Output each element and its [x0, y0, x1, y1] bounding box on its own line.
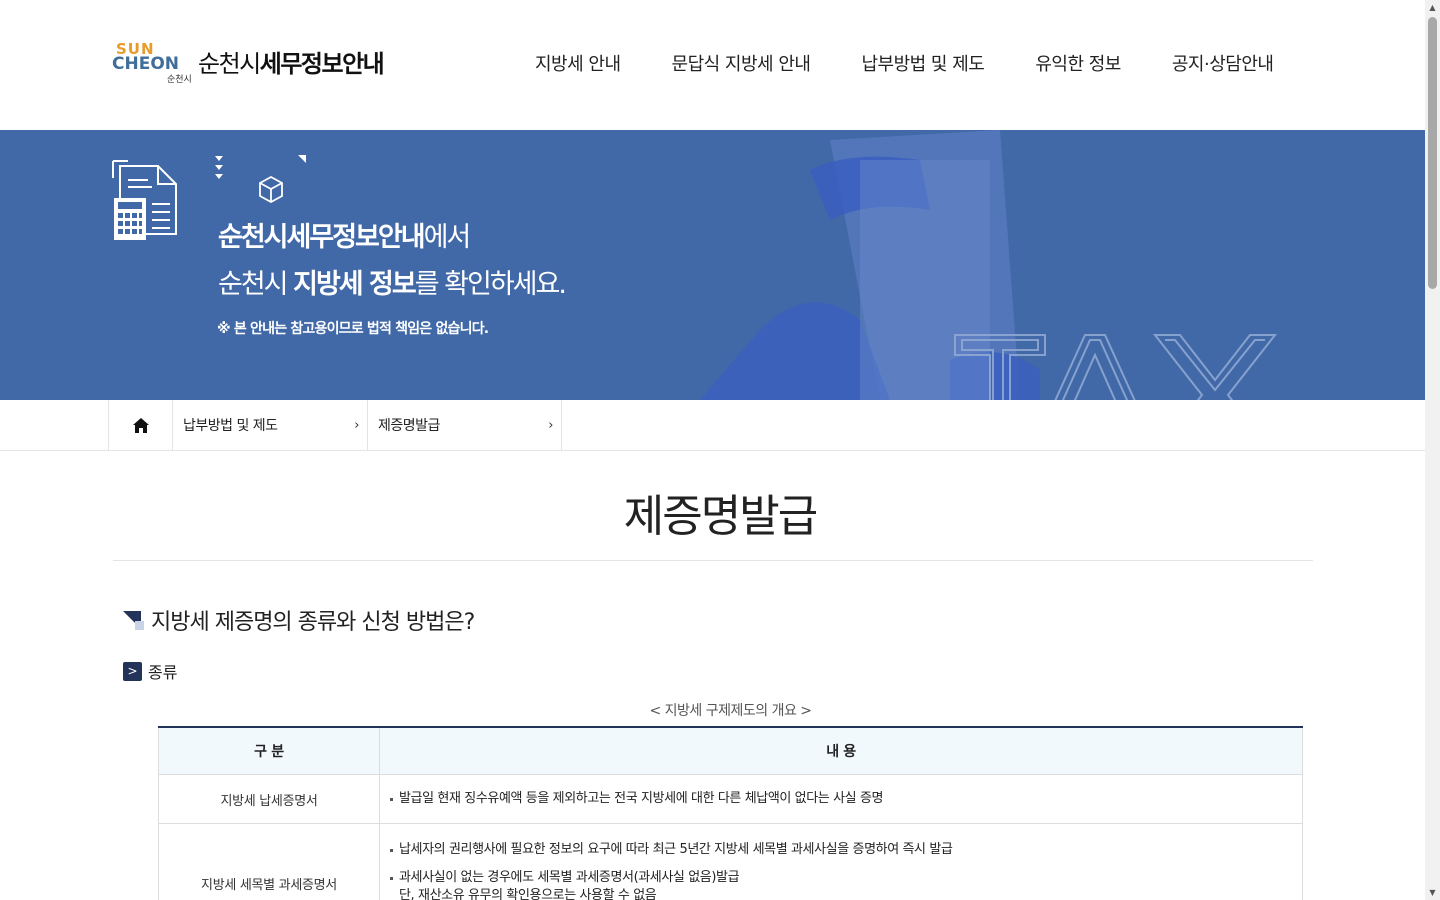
document-calculator-icon: [112, 160, 177, 240]
breadcrumb-item-payment[interactable]: 납부방법 및 제도 ›: [173, 400, 368, 450]
breadcrumb-item-label: 납부방법 및 제도: [183, 418, 278, 434]
list-item-text: 납세자의 권리행사에 필요한 정보의 요구에 따라 최근 5년간 지방세 세목별…: [399, 842, 953, 857]
banner-headline-2-rest: 를 확인하세요.: [414, 269, 567, 300]
cube-icon: [259, 175, 283, 203]
sub-heading: > 종류: [123, 659, 177, 683]
section-heading: 지방세 제증명의 종류와 신청 방법은?: [123, 604, 475, 636]
table-row: 지방세 세목별 과세증명서 납세자의 권리행사에 필요한 정보의 요구에 따라 …: [158, 824, 1303, 900]
chevron-right-icon: ›: [354, 417, 359, 433]
table-cell-content: 발급일 현재 징수유예액 등을 제외하고는 전국 지방세에 대한 다른 체납액이…: [380, 775, 1303, 823]
table-cell-category: 지방세 납세증명서: [158, 775, 380, 823]
banner-headline-2: 순천시 지방세 정보를 확인하세요.: [218, 262, 567, 301]
certificate-table: 구 분 내 용 지방세 납세증명서 발급일 현재 징수유예액 등을 제외하고는 …: [158, 726, 1303, 900]
list-item: 발급일 현재 징수유예액 등을 제외하고는 전국 지방세에 대한 다른 체납액이…: [390, 790, 883, 808]
title-divider: [113, 560, 1313, 561]
main-nav: 지방세 안내 문답식 지방세 안내 납부방법 및 제도 유익한 정보 공지·상담…: [535, 50, 1274, 76]
chevrons-down-icon: [215, 156, 223, 179]
banner-headline-1-bold: 순천시세무정보안내: [218, 222, 426, 253]
section-heading-text: 지방세 제증명의 종류와 신청 방법은?: [151, 610, 475, 635]
nav-useful-info[interactable]: 유익한 정보: [1035, 50, 1121, 76]
list-item-text: 발급일 현재 징수유예액 등을 제외하고는 전국 지방세에 대한 다른 체납액이…: [399, 791, 884, 806]
list-item: 과세사실이 없는 경우에도 세목별 과세증명서(과세사실 없음)발급 단, 재산…: [390, 869, 1302, 900]
table-header-content: 내 용: [380, 728, 1303, 774]
banner-headline-1: 순천시세무정보안내에서: [218, 215, 472, 254]
bullet-icon: [390, 798, 393, 801]
logo-text-regular: 순천시: [198, 49, 261, 78]
site-logo[interactable]: SUN CHEON 순천시 순천시세무정보안내: [112, 40, 385, 85]
breadcrumb-item-certificate[interactable]: 제증명발급 ›: [368, 400, 562, 450]
chevron-right-icon: ›: [548, 417, 553, 433]
hero-banner: 순천시세무정보안내에서 순천시 지방세 정보를 확인하세요. ※ 본 안내는 참…: [0, 130, 1425, 400]
banner-disclaimer: ※ 본 안내는 참고용이므로 법적 책임은 없습니다.: [217, 321, 489, 337]
table-header-category: 구 분: [158, 728, 380, 774]
table-caption: < 지방세 구제제도의 개요 >: [649, 703, 812, 719]
breadcrumb-home[interactable]: [108, 400, 173, 450]
page-scrollbar[interactable]: ▲ ▼: [1425, 0, 1440, 900]
table-header-row: 구 분 내 용: [158, 728, 1303, 775]
nav-notice-consult[interactable]: 공지·상담안내: [1172, 50, 1274, 76]
page-title: 제증명발급: [623, 491, 818, 542]
bullet-icon: [390, 877, 393, 880]
list-item: 납세자의 권리행사에 필요한 정보의 요구에 따라 최근 5년간 지방세 세목별…: [390, 841, 1302, 859]
bullet-icon: [390, 849, 393, 852]
home-icon: [132, 417, 149, 433]
list-item-line: 과세사실이 없는 경우에도 세목별 과세증명서(과세사실 없음)발급: [399, 870, 740, 885]
logo-text: 순천시세무정보안내: [198, 44, 385, 79]
nav-qa-local-tax[interactable]: 문답식 지방세 안내: [672, 50, 811, 76]
suncheon-logo-mark: SUN CHEON 순천시: [112, 40, 192, 85]
list-item-text: 과세사실이 없는 경우에도 세목별 과세증명서(과세사실 없음)발급 단, 재산…: [399, 869, 740, 900]
nav-local-tax-guide[interactable]: 지방세 안내: [535, 50, 621, 76]
breadcrumb: 납부방법 및 제도 › 제증명발급 ›: [0, 400, 1425, 451]
banner-headline-2-pre: 순천시: [218, 269, 294, 300]
logo-mark-sub: 순천시: [167, 75, 192, 85]
scroll-up-icon[interactable]: ▲: [1425, 0, 1440, 15]
corner-triangle-icon: [298, 155, 306, 163]
banner-headline-2-bold: 지방세 정보: [293, 269, 417, 300]
tax-outline-graphic: [954, 334, 1278, 400]
table-cell-category: 지방세 세목별 과세증명서: [158, 824, 380, 900]
list-item-line: 단, 재산소유 유무의 확인용으로는 사용할 수 없음: [399, 888, 657, 900]
arrow-right-icon: >: [123, 661, 142, 681]
scrollbar-thumb[interactable]: [1428, 17, 1437, 289]
table-row: 지방세 납세증명서 발급일 현재 징수유예액 등을 제외하고는 전국 지방세에 …: [158, 775, 1303, 824]
logo-text-bold: 세무정보안내: [259, 49, 385, 78]
table-cell-content: 납세자의 권리행사에 필요한 정보의 요구에 따라 최근 5년간 지방세 세목별…: [380, 824, 1303, 900]
sub-heading-text: 종류: [148, 663, 178, 682]
site-header: SUN CHEON 순천시 순천시세무정보안내 지방세 안내 문답식 지방세 안…: [0, 0, 1425, 130]
scroll-down-icon[interactable]: ▼: [1425, 885, 1440, 900]
banner-headline-1-rest: 에서: [423, 222, 472, 253]
nav-payment-methods[interactable]: 납부방법 및 제도: [861, 50, 984, 76]
breadcrumb-item-label: 제증명발급: [378, 418, 440, 434]
heading-triangle-icon: [123, 611, 144, 630]
logo-mark-cheon: CHEON: [112, 54, 179, 74]
